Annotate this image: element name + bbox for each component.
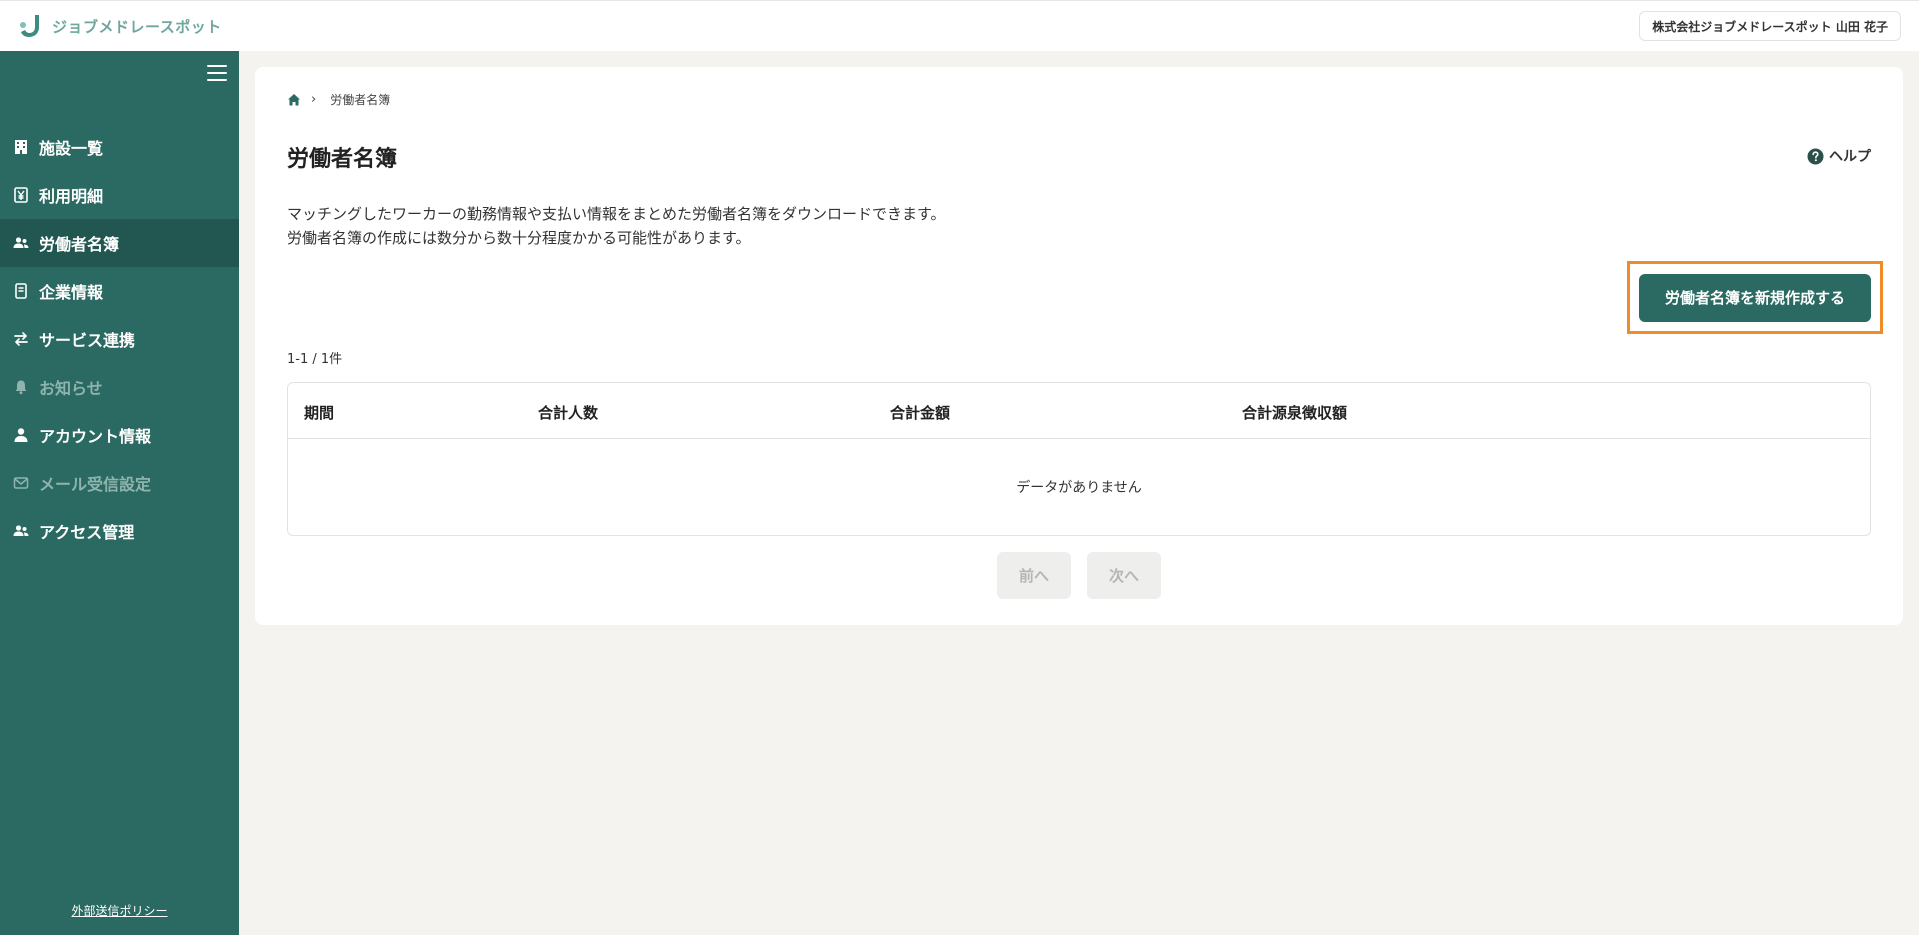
sidebar-item-label: サービス連携	[39, 331, 136, 350]
worker-roster-table: 期間 合計人数 合計金額 合計源泉徴収額 データがありません	[287, 382, 1871, 536]
document-icon	[13, 283, 29, 299]
building-icon	[13, 139, 29, 155]
home-icon[interactable]	[287, 93, 301, 107]
create-worker-roster-button[interactable]: 労働者名簿を新規作成する	[1639, 273, 1871, 322]
sidebar-item-mail-settings[interactable]: メール受信設定	[0, 459, 239, 507]
chevron-right-icon: ›	[311, 92, 317, 107]
pagination: 前へ 次へ	[255, 552, 1903, 599]
result-count: 1-1 / 1件	[287, 352, 343, 367]
column-header-total-amount: 合計金額	[890, 404, 951, 422]
swap-icon	[13, 331, 29, 347]
sidebar-item-label: 労働者名簿	[39, 235, 120, 254]
sidebar-item-label: アクセス管理	[39, 523, 135, 542]
top-header: ジョブメドレースポット 株式会社ジョブメドレースポット 山田 花子	[0, 0, 1919, 51]
sidebar-item-usage[interactable]: 利用明細	[0, 171, 239, 219]
sidebar-item-worker-roster[interactable]: 労働者名簿	[0, 219, 239, 267]
sidebar-item-label: 施設一覧	[39, 139, 104, 158]
sidebar-item-notifications[interactable]: お知らせ	[0, 363, 239, 411]
sidebar-item-label: メール受信設定	[39, 475, 152, 494]
sidebar-item-label: お知らせ	[39, 379, 103, 398]
column-header-period: 期間	[304, 404, 335, 422]
main-card: › 労働者名簿 労働者名簿 ヘルプ マッチングしたワーカーの勤務情報や支払い情報…	[255, 67, 1903, 625]
help-label: ヘルプ	[1829, 149, 1871, 165]
question-circle-icon	[1807, 148, 1824, 164]
logo-mark-icon	[20, 15, 39, 37]
user-icon	[13, 427, 29, 443]
mail-icon	[13, 475, 29, 491]
logo-text: ジョブメドレースポット	[52, 17, 222, 36]
users-icon	[13, 523, 29, 539]
prev-page-button[interactable]: 前へ	[997, 552, 1071, 599]
description: マッチングしたワーカーの勤務情報や支払い情報をまとめた労働者名簿をダウンロードで…	[287, 202, 946, 250]
hamburger-menu-icon[interactable]	[207, 65, 227, 81]
sidebar-item-account-info[interactable]: アカウント情報	[0, 411, 239, 459]
account-menu[interactable]: 株式会社ジョブメドレースポット 山田 花子	[1639, 11, 1901, 41]
page-title: 労働者名簿	[287, 147, 398, 172]
bell-icon	[13, 379, 29, 395]
help-link[interactable]: ヘルプ	[1807, 146, 1871, 166]
yen-icon	[13, 187, 29, 203]
sidebar-nav: 施設一覧 利用明細 労働者名簿 企業情報 サービス連携 お知らせ アカウント情報…	[0, 123, 239, 555]
logo[interactable]: ジョブメドレースポット	[18, 12, 222, 40]
sidebar-item-company-info[interactable]: 企業情報	[0, 267, 239, 315]
description-line: 労働者名簿の作成には数分から数十分程度かかる可能性があります。	[287, 229, 751, 247]
description-line: マッチングしたワーカーの勤務情報や支払い情報をまとめた労働者名簿をダウンロードで…	[287, 205, 946, 223]
table-header: 期間 合計人数 合計金額 合計源泉徴収額	[288, 383, 1870, 439]
breadcrumb-current: 労働者名簿	[330, 93, 391, 107]
sidebar-item-label: アカウント情報	[39, 427, 152, 446]
column-header-total-withholding: 合計源泉徴収額	[1242, 404, 1348, 422]
sidebar-item-facilities[interactable]: 施設一覧	[0, 123, 239, 171]
breadcrumb: › 労働者名簿	[287, 91, 390, 108]
empty-message: データがありません	[1016, 480, 1142, 496]
sidebar-item-access-management[interactable]: アクセス管理	[0, 507, 239, 555]
next-page-button[interactable]: 次へ	[1087, 552, 1161, 599]
external-transmission-policy-link[interactable]: 外部送信ポリシー	[0, 902, 239, 919]
sidebar-item-label: 企業情報	[39, 283, 104, 302]
create-button-highlight: 労働者名簿を新規作成する	[1627, 261, 1883, 334]
sidebar-item-label: 利用明細	[39, 187, 104, 206]
sidebar: 施設一覧 利用明細 労働者名簿 企業情報 サービス連携 お知らせ アカウント情報…	[0, 51, 239, 935]
sidebar-item-service-integration[interactable]: サービス連携	[0, 315, 239, 363]
users-icon	[13, 235, 29, 251]
column-header-total-people: 合計人数	[538, 404, 599, 422]
